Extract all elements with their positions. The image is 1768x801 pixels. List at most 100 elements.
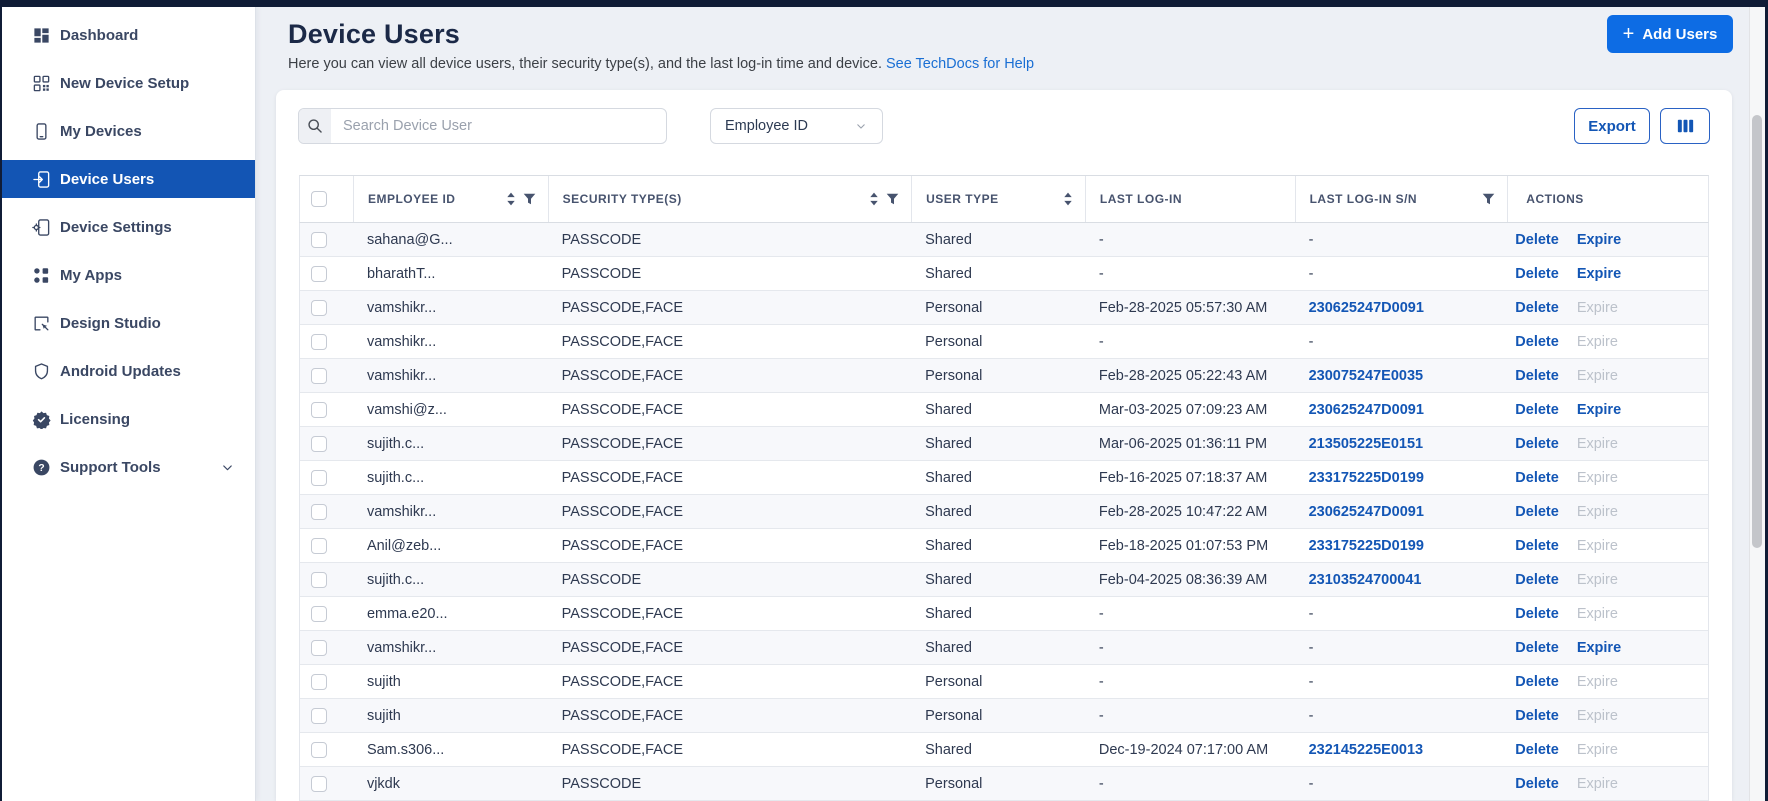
cell-user-type: Shared xyxy=(925,537,972,554)
row-checkbox[interactable] xyxy=(311,673,327,690)
row-checkbox[interactable] xyxy=(311,265,327,282)
row-checkbox[interactable] xyxy=(311,333,327,350)
row-checkbox[interactable] xyxy=(311,435,327,452)
sidebar-item-support-tools[interactable]: ? Support Tools xyxy=(0,448,255,486)
delete-link[interactable]: Delete xyxy=(1515,572,1559,588)
techdocs-help-link[interactable]: See TechDocs for Help xyxy=(886,56,1034,72)
delete-link[interactable]: Delete xyxy=(1515,504,1559,520)
row-checkbox[interactable] xyxy=(311,707,327,724)
top-bar xyxy=(0,0,1768,7)
search-input[interactable] xyxy=(331,109,666,143)
page-scrollbar-thumb[interactable] xyxy=(1752,115,1762,548)
delete-link[interactable]: Delete xyxy=(1515,674,1559,690)
serial-number-link[interactable]: 230625247D0091 xyxy=(1309,504,1424,520)
row-checkbox[interactable] xyxy=(311,741,327,758)
cell-employee-id: vamshikr... xyxy=(366,503,437,520)
row-checkbox[interactable] xyxy=(311,231,327,248)
apps-icon xyxy=(31,265,51,285)
cell-last-login-sn: 230625247D0091 xyxy=(1295,402,1508,418)
cell-employee-id: sujith.c... xyxy=(366,435,425,452)
sidebar-item-device-users[interactable]: Device Users xyxy=(0,160,255,198)
column-header-security_types[interactable]: SECURITY TYPE(S) xyxy=(547,176,911,222)
page-title: Device Users xyxy=(288,19,461,49)
columns-icon xyxy=(1676,117,1695,135)
serial-number-link[interactable]: 23103524700041 xyxy=(1309,572,1422,588)
column-header-last_login: LAST LOG-IN xyxy=(1084,176,1295,222)
cell-user-type: Personal xyxy=(925,673,983,690)
cell-last-login: Feb-16-2025 07:18:37 AM xyxy=(1098,469,1268,486)
column-header-last_login_sn[interactable]: LAST LOG-IN S/N xyxy=(1294,176,1508,222)
row-checkbox[interactable] xyxy=(311,775,327,792)
column-header-employee_id[interactable]: EMPLOYEE ID xyxy=(352,176,548,222)
serial-number-link[interactable]: 233175225D0199 xyxy=(1309,538,1424,554)
column-header-user_type[interactable]: USER TYPE xyxy=(911,176,1085,222)
delete-link[interactable]: Delete xyxy=(1515,232,1559,248)
phone-icon xyxy=(31,121,51,141)
sidebar-item-android-updates[interactable]: Android Updates xyxy=(0,352,255,390)
row-checkbox-cell xyxy=(300,401,353,418)
sidebar-item-label: Design Studio xyxy=(60,314,161,332)
delete-link[interactable]: Delete xyxy=(1515,708,1559,724)
sort-icon[interactable] xyxy=(869,192,879,206)
row-checkbox[interactable] xyxy=(311,367,327,384)
delete-link[interactable]: Delete xyxy=(1515,266,1559,282)
filter-funnel-icon[interactable] xyxy=(886,193,899,205)
delete-link[interactable]: Delete xyxy=(1515,640,1559,656)
sidebar-item-licensing[interactable]: Licensing xyxy=(0,400,255,438)
delete-link[interactable]: Delete xyxy=(1515,776,1559,792)
row-checkbox[interactable] xyxy=(311,571,327,588)
sort-icon[interactable] xyxy=(1063,192,1073,206)
expire-link[interactable]: Expire xyxy=(1577,402,1621,418)
sort-icon[interactable] xyxy=(506,192,516,206)
row-checkbox[interactable] xyxy=(311,537,327,554)
expire-link[interactable]: Expire xyxy=(1577,232,1621,248)
device-settings-icon xyxy=(31,217,51,237)
row-checkbox[interactable] xyxy=(311,605,327,622)
columns-button[interactable] xyxy=(1660,108,1710,144)
row-checkbox[interactable] xyxy=(311,299,327,316)
add-users-button[interactable]: + Add Users xyxy=(1607,15,1733,53)
column-header-select xyxy=(300,176,353,222)
select-all-checkbox[interactable] xyxy=(311,191,327,207)
cell-last-login-sn: 230625247D0091 xyxy=(1295,300,1508,316)
row-checkbox[interactable] xyxy=(311,469,327,486)
row-checkbox[interactable] xyxy=(311,639,327,656)
expire-link[interactable]: Expire xyxy=(1577,266,1621,282)
sidebar-item-new-device-setup[interactable]: New Device Setup xyxy=(0,64,255,102)
expire-link[interactable]: Expire xyxy=(1577,640,1621,656)
filter-funnel-icon[interactable] xyxy=(1482,193,1495,205)
delete-link[interactable]: Delete xyxy=(1515,368,1559,384)
delete-link[interactable]: Delete xyxy=(1515,742,1559,758)
serial-number-link[interactable]: 230625247D0091 xyxy=(1309,402,1424,418)
sidebar-item-my-devices[interactable]: My Devices xyxy=(0,112,255,150)
cell-last-login-sn: - xyxy=(1308,333,1314,350)
search-field-dropdown[interactable]: Employee ID xyxy=(710,108,883,144)
serial-number-link[interactable]: 230075247E0035 xyxy=(1309,368,1424,384)
row-checkbox-cell xyxy=(300,469,353,486)
filter-funnel-icon[interactable] xyxy=(523,193,536,205)
row-checkbox[interactable] xyxy=(311,401,327,418)
expire-link: Expire xyxy=(1576,571,1618,588)
expire-link: Expire xyxy=(1576,367,1618,384)
column-label: EMPLOYEE ID xyxy=(367,192,456,206)
sidebar-item-dashboard[interactable]: Dashboard xyxy=(0,16,255,54)
row-checkbox[interactable] xyxy=(311,503,327,520)
delete-link[interactable]: Delete xyxy=(1515,538,1559,554)
cell-last-login: - xyxy=(1098,673,1104,690)
cell-employee-id: vamshikr... xyxy=(366,299,437,316)
sidebar-item-my-apps[interactable]: My Apps xyxy=(0,256,255,294)
cell-actions: Delete Expire xyxy=(1507,436,1708,452)
serial-number-link[interactable]: 232145225E0013 xyxy=(1309,742,1424,758)
delete-link[interactable]: Delete xyxy=(1515,300,1559,316)
serial-number-link[interactable]: 213505225E0151 xyxy=(1309,436,1424,452)
delete-link[interactable]: Delete xyxy=(1515,436,1559,452)
export-button[interactable]: Export xyxy=(1574,108,1650,144)
delete-link[interactable]: Delete xyxy=(1515,402,1559,418)
delete-link[interactable]: Delete xyxy=(1515,334,1559,350)
serial-number-link[interactable]: 230625247D0091 xyxy=(1309,300,1424,316)
sidebar-item-design-studio[interactable]: Design Studio xyxy=(0,304,255,342)
delete-link[interactable]: Delete xyxy=(1515,470,1559,486)
delete-link[interactable]: Delete xyxy=(1515,606,1559,622)
sidebar-item-device-settings[interactable]: Device Settings xyxy=(0,208,255,246)
serial-number-link[interactable]: 233175225D0199 xyxy=(1309,470,1424,486)
